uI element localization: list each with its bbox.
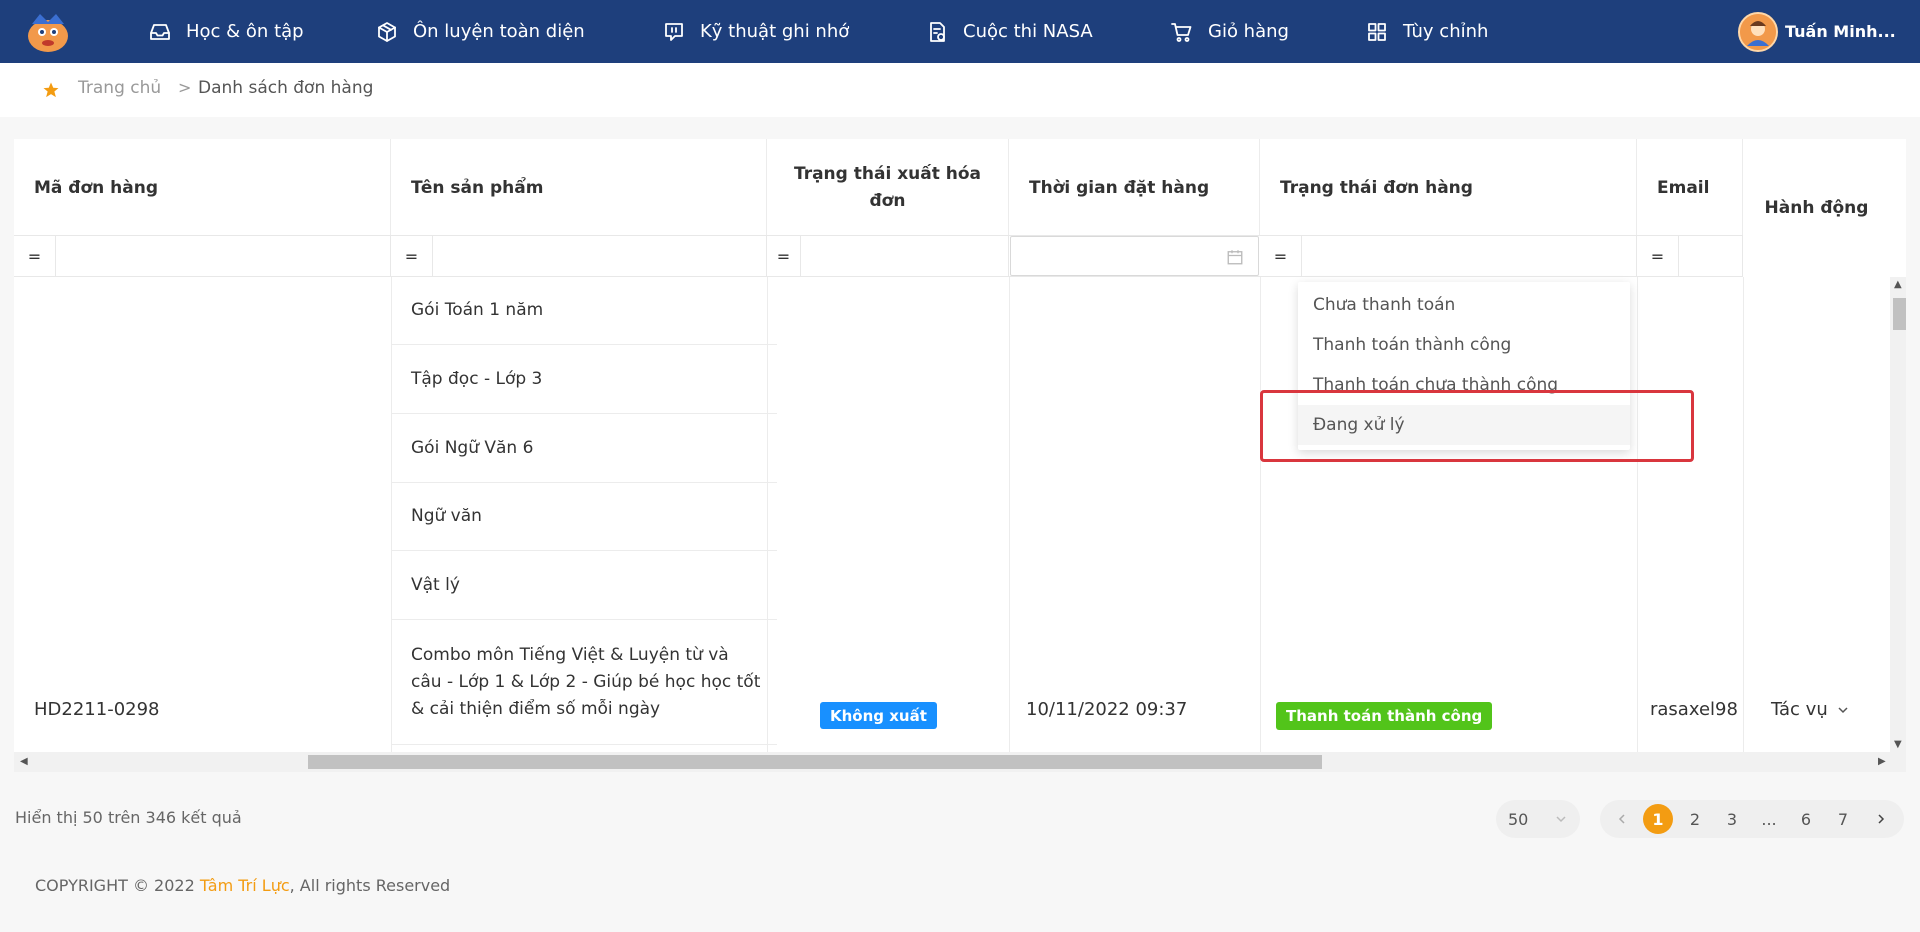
cube-icon (378, 21, 396, 42)
filter-operator-order-id[interactable]: = (14, 235, 56, 277)
dropdown-option-chua-thanh-toan[interactable]: Chưa thanh toán (1298, 285, 1630, 325)
breadcrumb-home-link[interactable]: Trang chủ (78, 78, 161, 98)
scroll-down-arrow[interactable]: ▼ (1894, 739, 1902, 750)
inbox-icon (150, 23, 170, 40)
filter-operator-status[interactable]: = (1260, 235, 1302, 277)
product-item: Combo môn Tiếng Việt & Luyện từ và câu -… (391, 620, 777, 745)
column-header-order-id[interactable]: Mã đơn hàng (14, 139, 391, 236)
product-item: Gói Ngữ Văn 6 (391, 414, 777, 483)
breadcrumb-current: Danh sách đơn hàng (198, 78, 374, 98)
scroll-up-arrow[interactable]: ▲ (1894, 279, 1902, 290)
nav-item-ky-thuat-ghi-nho[interactable]: Kỹ thuật ghi nhớ (662, 0, 849, 63)
next-page-button[interactable] (1866, 804, 1896, 834)
dropdown-option-thanh-toan-thanh-cong[interactable]: Thanh toán thành công (1298, 325, 1630, 365)
column-divider (1009, 277, 1010, 752)
chevron-right-icon (1878, 814, 1885, 824)
copyright-prefix: COPYRIGHT © 2022 (35, 876, 200, 895)
order-status-badge: Thanh toán thành công (1276, 702, 1493, 730)
filter-input-email[interactable] (1679, 236, 1743, 276)
page-6-button[interactable]: 6 (1791, 804, 1821, 834)
page-ellipsis[interactable]: ... (1754, 804, 1784, 834)
nav-label: Học & ôn tập (186, 21, 304, 42)
column-divider (1260, 277, 1261, 752)
column-header-order-status[interactable]: Trạng thái đơn hàng (1260, 139, 1637, 236)
vertical-scroll-thumb[interactable] (1893, 298, 1906, 330)
nav-label: Tùy chỉnh (1403, 21, 1489, 42)
page-3-button[interactable]: 3 (1717, 804, 1747, 834)
prev-page-button[interactable] (1607, 804, 1637, 834)
page-1-button[interactable]: 1 (1643, 804, 1673, 834)
message-icon (665, 22, 683, 41)
product-item: Tập đọc - Lớp 3 (391, 345, 777, 414)
copyright: COPYRIGHT © 2022 Tâm Trí Lực, All rights… (35, 876, 450, 895)
column-divider (1637, 277, 1638, 752)
page-size-value: 50 (1508, 809, 1529, 829)
star-icon (43, 82, 59, 98)
breadcrumb-separator: > (178, 78, 192, 97)
column-header-invoice-status[interactable]: Trạng thái xuất hóa đơn (767, 139, 1009, 236)
filter-select-status[interactable] (1302, 236, 1637, 276)
filter-operator-email[interactable]: = (1637, 235, 1679, 277)
chevron-left-icon (1618, 814, 1625, 824)
nav-item-on-luyen[interactable]: Ôn luyện toàn diện (375, 0, 585, 63)
nav-item-tuy-chinh[interactable]: Tùy chỉnh (1365, 0, 1488, 63)
filter-operator-invoice[interactable]: = (767, 235, 801, 277)
page-2-button[interactable]: 2 (1680, 804, 1710, 834)
column-header-action: Hành động (1764, 197, 1869, 218)
column-divider (1743, 277, 1744, 752)
nav-label: Giỏ hàng (1208, 21, 1289, 42)
filter-operator-product[interactable]: = (391, 235, 433, 277)
order-id: HD2211-0298 (34, 699, 160, 720)
filter-date-picker[interactable] (1010, 236, 1259, 276)
filter-input-product[interactable] (433, 236, 767, 276)
scroll-right-arrow[interactable]: ▶ (1878, 756, 1886, 767)
column-header-product-name[interactable]: Tên sản phẩm (391, 139, 767, 236)
product-item: Ngữ văn (391, 483, 777, 551)
order-time: 10/11/2022 09:37 (1026, 699, 1188, 720)
nav-item-cuoc-thi-nasa[interactable]: Cuộc thi NASA (925, 0, 1093, 63)
chevron-down-icon (1838, 706, 1848, 713)
action-label: Tác vụ (1771, 699, 1828, 720)
column-header-order-time[interactable]: Thời gian đặt hàng (1009, 139, 1260, 236)
product-item: Vật lý (391, 551, 777, 620)
filter-input-invoice[interactable] (801, 236, 1009, 276)
logo-icon[interactable] (24, 10, 72, 54)
cart-icon (1171, 22, 1192, 42)
invoice-status-badge: Không xuất (820, 702, 937, 729)
action-dropdown[interactable]: Tác vụ (1771, 699, 1850, 720)
product-item: Gói Toán 1 năm (391, 277, 777, 345)
nav-item-hoc-on-tap[interactable]: Học & ôn tập (148, 0, 304, 63)
nav-item-gio-hang[interactable]: Giỏ hàng (1170, 0, 1289, 63)
page-size-select[interactable]: 50 (1496, 800, 1580, 838)
calendar-icon (1227, 250, 1243, 265)
nav-label: Cuộc thi NASA (963, 21, 1093, 42)
brand-link[interactable]: Tâm Trí Lực (200, 876, 290, 895)
document-icon (930, 21, 945, 42)
user-menu[interactable]: Tuấn Minh... (1738, 0, 1896, 63)
avatar (1738, 11, 1778, 52)
vertical-scrollbar[interactable] (1890, 277, 1906, 752)
chevron-down-icon (1556, 816, 1566, 823)
column-header-email[interactable]: Email (1637, 139, 1743, 236)
nav-label: Kỹ thuật ghi nhớ (700, 21, 850, 42)
scroll-left-arrow[interactable]: ◀ (20, 756, 28, 767)
page-7-button[interactable]: 7 (1828, 804, 1858, 834)
highlight-box (1260, 390, 1694, 462)
nav-label: Ôn luyện toàn diện (413, 21, 585, 42)
horizontal-scroll-thumb[interactable] (308, 755, 1322, 769)
copyright-suffix: , All rights Reserved (289, 876, 451, 895)
user-name: Tuấn Minh... (1785, 22, 1896, 41)
email: rasaxel98 (1650, 699, 1738, 720)
results-summary: Hiển thị 50 trên 346 kết quả (15, 808, 242, 827)
grid-icon (1368, 22, 1386, 41)
filter-input-order-id[interactable] (56, 236, 391, 276)
